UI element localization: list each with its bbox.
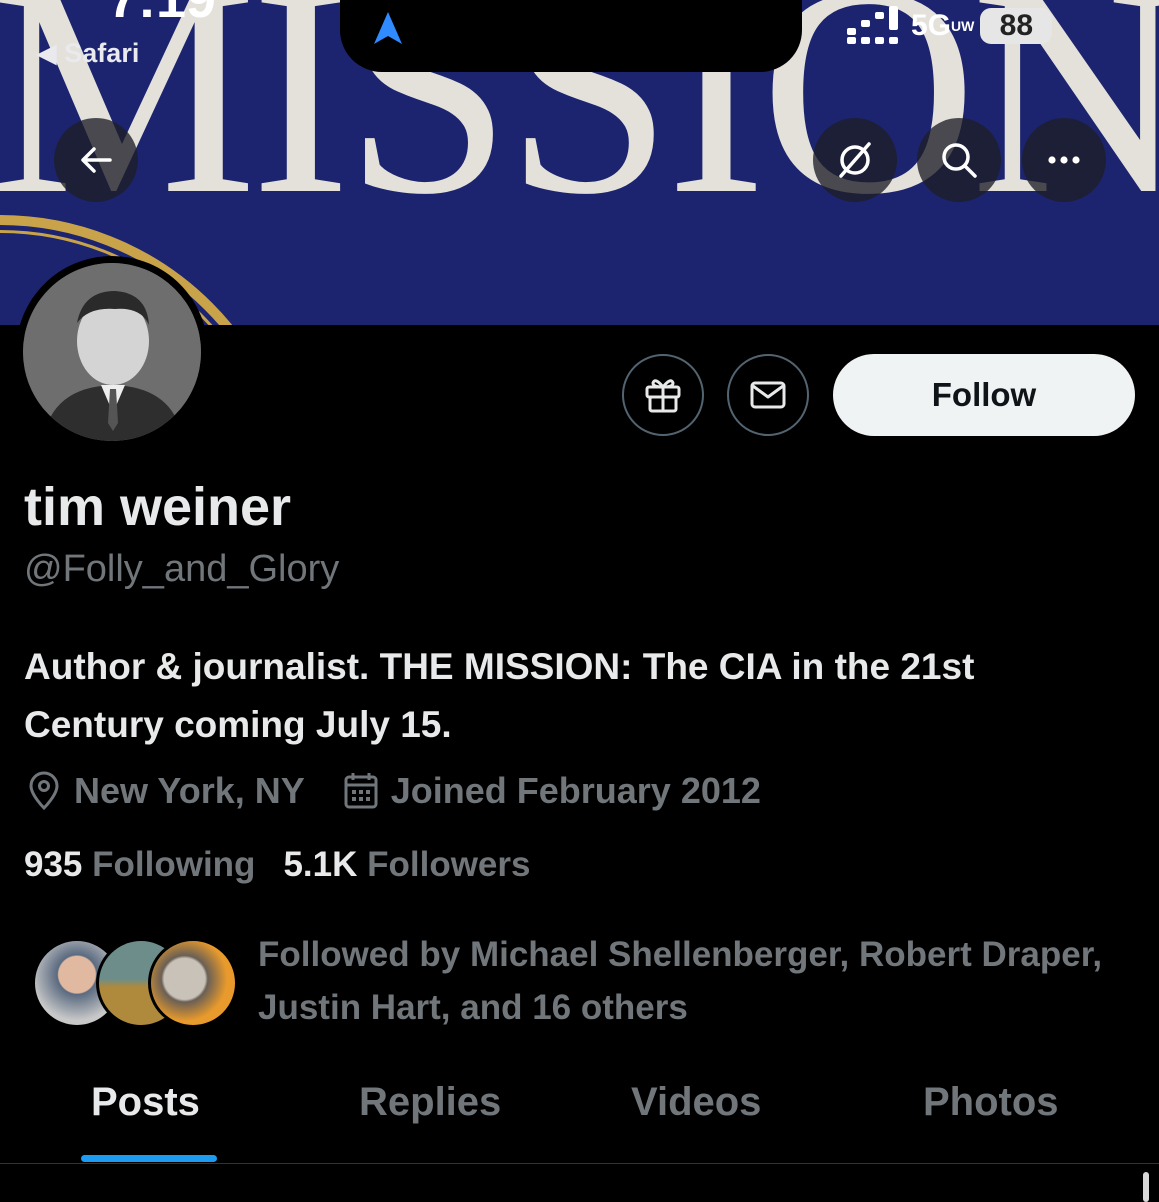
avatar-photo (23, 263, 201, 441)
network-badge: UW (951, 18, 975, 34)
following-count: 935 (24, 845, 83, 884)
joined-item: Joined February 2012 (343, 770, 761, 812)
search-button[interactable] (917, 118, 1001, 202)
grok-icon (839, 142, 871, 178)
location-pin-icon (29, 771, 59, 811)
message-button[interactable] (727, 354, 809, 436)
navigation-arrow-icon (374, 12, 402, 44)
tab-posts[interactable]: Posts (91, 1080, 200, 1125)
tab-photos[interactable]: Photos (923, 1080, 1059, 1125)
tab-videos[interactable]: Videos (631, 1080, 761, 1125)
follow-button[interactable]: Follow (833, 354, 1135, 436)
grok-button[interactable] (813, 118, 897, 202)
profile-avatar[interactable] (16, 256, 208, 448)
following-link[interactable]: 935 Following (24, 845, 255, 885)
battery-indicator: 88 (980, 8, 1053, 44)
dynamic-island (340, 0, 802, 72)
ellipsis-icon (1048, 156, 1080, 164)
followers-count: 5.1K (283, 845, 358, 884)
profile-bio: Author & journalist. THE MISSION: The CI… (24, 646, 975, 745)
joined-text: Joined February 2012 (390, 770, 761, 811)
follow-stats: 935 Following 5.1K Followers (24, 845, 530, 885)
back-app-label: Safari (64, 38, 140, 68)
gift-button[interactable] (622, 354, 704, 436)
back-button[interactable] (54, 118, 138, 202)
signal-icon (847, 6, 898, 44)
followed-by-text[interactable]: Followed by Michael Shellenberger, Rober… (258, 928, 1118, 1034)
back-triangle-icon: ◀ (36, 38, 57, 68)
search-icon (942, 143, 977, 178)
network-type: 5G (911, 9, 952, 42)
scrollbar[interactable] (1143, 1172, 1149, 1202)
profile-name: tim weiner (24, 477, 292, 537)
calendar-icon (344, 773, 378, 809)
profile-handle: @Folly_and_Glory (24, 548, 340, 590)
tab-divider (0, 1163, 1159, 1164)
status-indicators: 5G UW 88 (845, 4, 1053, 48)
envelope-icon (750, 381, 786, 409)
active-tab-indicator (81, 1155, 217, 1162)
following-label: Following (92, 845, 256, 884)
location-item: New York, NY (26, 770, 305, 812)
more-options-button[interactable] (1022, 118, 1106, 202)
arrow-left-icon (81, 147, 112, 173)
back-to-app[interactable]: ◀ Safari (36, 38, 139, 69)
followers-label: Followers (367, 845, 531, 884)
follower-avatar[interactable] (148, 938, 238, 1028)
tab-replies[interactable]: Replies (359, 1080, 501, 1125)
person-silhouette-icon (23, 263, 201, 441)
location-text: New York, NY (74, 770, 305, 811)
gift-icon (645, 379, 681, 413)
status-time: 7:19 (108, 0, 216, 30)
profile-meta: New York, NY Joined February 2012 (26, 768, 761, 814)
followers-link[interactable]: 5.1K Followers (283, 845, 530, 885)
